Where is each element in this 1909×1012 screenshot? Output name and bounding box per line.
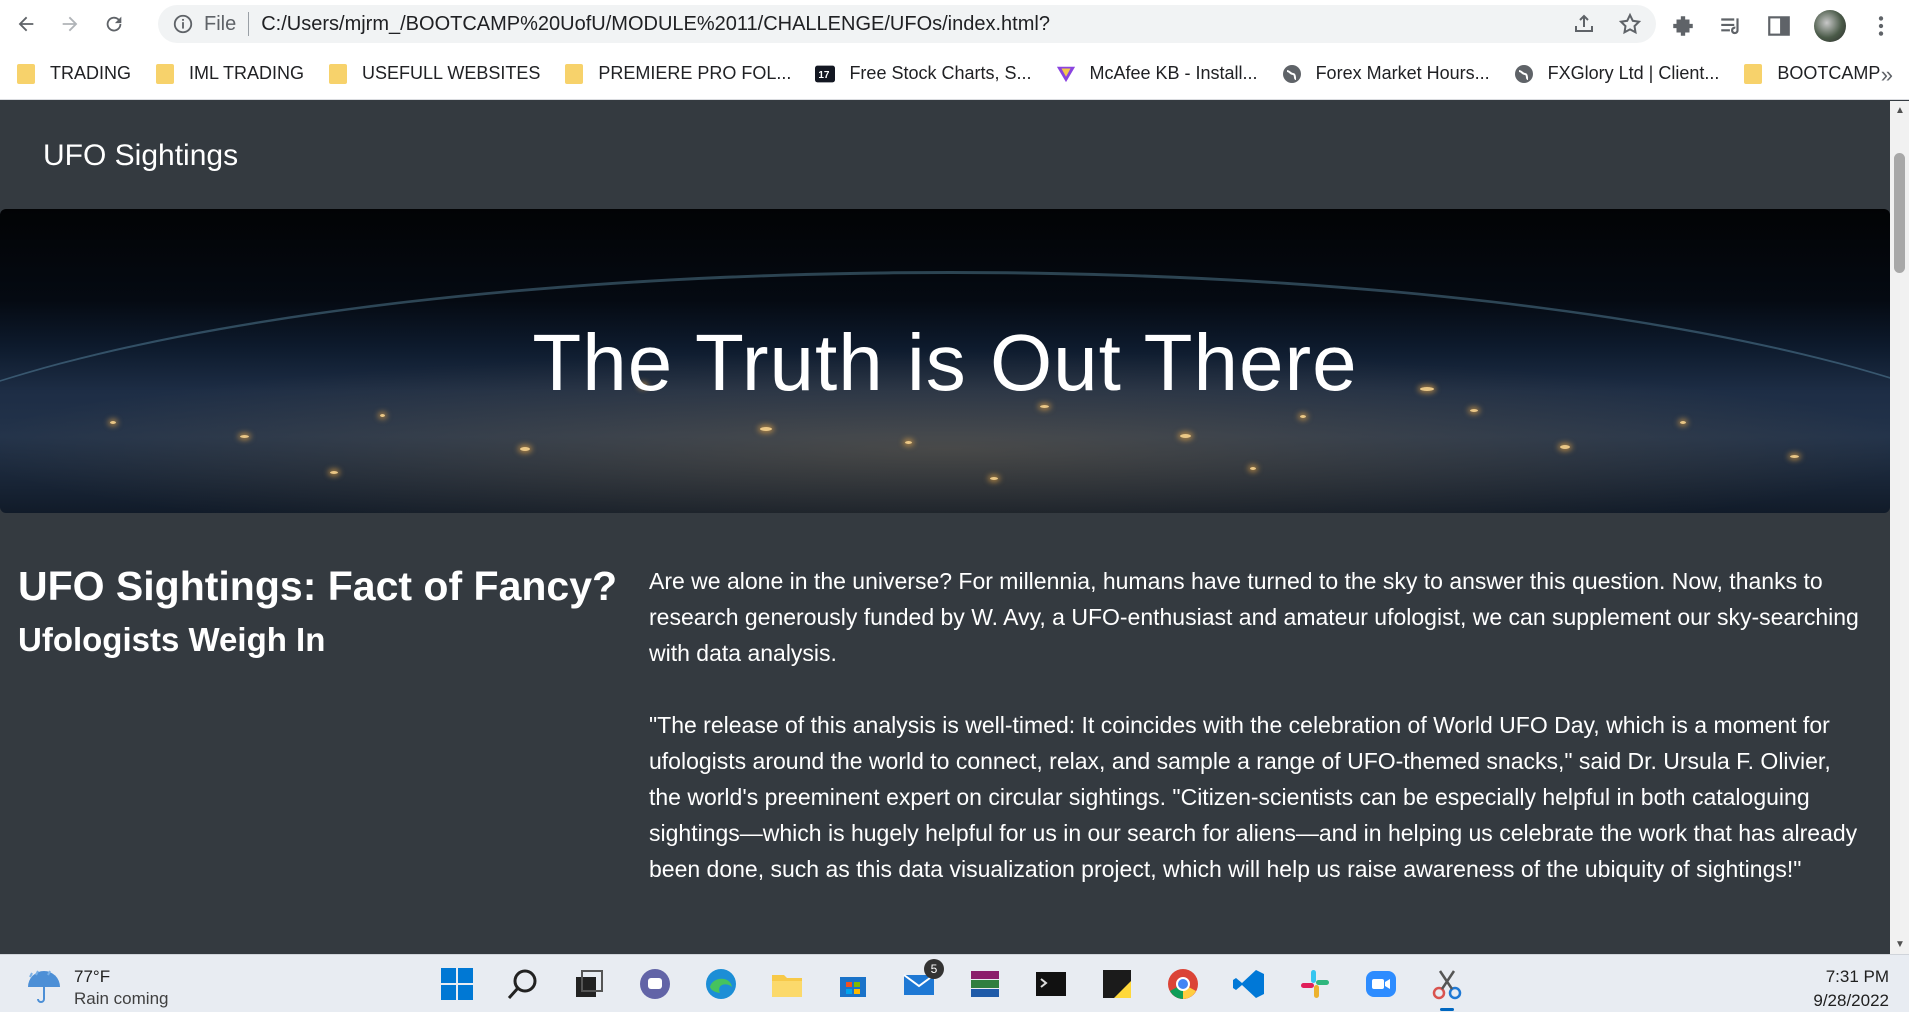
bookmark-label: McAfee KB - Install... (1089, 63, 1258, 83)
bookmark-item[interactable]: FXGlory Ltd | Client... (1514, 63, 1720, 84)
slack-icon[interactable] (1296, 965, 1334, 1003)
bookmarks-bar: TRADING IML TRADING USEFULL WEBSITES PRE… (0, 48, 1909, 100)
hero-title: The Truth is Out There (532, 318, 1358, 407)
weather-status: Rain coming (74, 989, 169, 1008)
browser-toolbar: File C:/Users/mjrm_/BOOTCAMP%20UofU/MODU… (0, 0, 1909, 48)
folder-icon (564, 63, 584, 84)
windows-taskbar: 77°F Rain coming 5 7:31 PM 9/28/2022 (0, 954, 1909, 1012)
bookmark-label: IML TRADING (189, 63, 305, 83)
share-icon[interactable] (1572, 12, 1596, 36)
chrome-icon[interactable] (1164, 965, 1202, 1003)
umbrella-rain-icon (28, 970, 60, 1003)
article-subheading: Ufologists Weigh In (18, 621, 326, 658)
folder-icon (1743, 63, 1763, 84)
vertical-scrollbar[interactable]: ▲ ▼ (1890, 101, 1909, 954)
info-icon[interactable] (172, 13, 194, 35)
tradingview-icon: 17 (815, 64, 836, 84)
bookmark-star-icon[interactable] (1618, 12, 1642, 36)
article-paragraph: Are we alone in the universe? For millen… (649, 568, 1859, 666)
bookmark-label: TRADING (50, 63, 131, 83)
bookmark-item[interactable]: USEFULL WEBSITES (328, 63, 540, 84)
folder-icon (328, 63, 348, 84)
forward-icon[interactable] (52, 6, 88, 42)
folder-icon (16, 63, 36, 84)
bookmark-label: Free Stock Charts, S... (849, 63, 1032, 83)
scroll-up-icon[interactable]: ▲ (1895, 105, 1905, 116)
divider (248, 12, 250, 36)
hero-banner: The Truth is Out There (0, 209, 1890, 513)
bookmark-label: BOOTCAMP (1777, 63, 1881, 83)
bookmark-label: Forex Market Hours... (1315, 63, 1490, 83)
snipping-tool-icon[interactable] (1428, 965, 1466, 1011)
bookmark-item[interactable]: IML TRADING (155, 63, 304, 84)
clock-date: 9/28/2022 (1813, 991, 1889, 1010)
terminal-icon[interactable] (1032, 965, 1070, 1003)
task-view-icon[interactable] (570, 965, 608, 1003)
media-queue-icon[interactable] (1718, 13, 1744, 39)
svg-text:17: 17 (819, 70, 831, 81)
search-icon[interactable] (504, 965, 542, 1003)
edge-browser-icon[interactable] (702, 965, 740, 1003)
scrollbar-thumb[interactable] (1894, 153, 1905, 273)
winrar-icon[interactable] (966, 965, 1004, 1003)
globe-icon (1514, 64, 1534, 84)
bookmark-item[interactable]: Forex Market Hours... (1282, 63, 1490, 84)
bookmark-label: FXGlory Ltd | Client... (1547, 63, 1720, 83)
system-clock[interactable]: 7:31 PM 9/28/2022 (1813, 965, 1889, 1012)
bookmark-item[interactable]: PREMIERE PRO FOL... (564, 63, 791, 84)
url-text[interactable]: C:/Users/mjrm_/BOOTCAMP%20UofU/MODULE%20… (261, 13, 1050, 36)
vscode-icon[interactable] (1230, 965, 1268, 1003)
file-explorer-icon[interactable] (768, 965, 806, 1003)
weather-widget[interactable]: 77°F Rain coming (24, 967, 169, 1009)
bookmark-item[interactable]: McAfee KB - Install... (1056, 63, 1258, 84)
back-icon[interactable] (8, 6, 44, 42)
reload-icon[interactable] (96, 6, 132, 42)
start-icon[interactable] (438, 965, 476, 1003)
bookmarks-overflow-button[interactable]: » (1881, 62, 1893, 88)
mcafee-icon (1056, 64, 1076, 84)
globe-icon (1282, 64, 1302, 84)
scroll-down-icon[interactable]: ▼ (1895, 939, 1905, 950)
side-panel-icon[interactable] (1766, 13, 1792, 39)
teams-chat-icon[interactable] (636, 965, 674, 1003)
menu-kebab-icon[interactable] (1868, 13, 1894, 39)
address-bar[interactable]: File C:/Users/mjrm_/BOOTCAMP%20UofU/MODU… (158, 5, 1656, 43)
bookmark-label: USEFULL WEBSITES (362, 63, 541, 83)
web-page: UFO Sightings The Truth is Out There UFO… (0, 101, 1890, 954)
store-icon[interactable] (834, 965, 872, 1003)
mail-badge: 5 (924, 959, 944, 979)
article-heading: UFO Sightings: Fact of Fancy? (18, 563, 618, 609)
bookmark-item[interactable]: TRADING (16, 63, 131, 84)
navbar-brand[interactable]: UFO Sightings (43, 139, 238, 173)
article-paragraph: "The release of this analysis is well-ti… (649, 712, 1858, 882)
weather-temperature: 77°F (74, 967, 111, 986)
extensions-icon[interactable] (1670, 13, 1696, 39)
zoom-icon[interactable] (1362, 965, 1400, 1003)
file-label: File (204, 12, 237, 35)
folder-icon (155, 63, 175, 84)
mail-icon[interactable]: 5 (900, 959, 944, 1003)
clock-time: 7:31 PM (1825, 967, 1889, 986)
bookmark-item[interactable]: 17 Free Stock Charts, S... (815, 63, 1032, 84)
bookmark-label: PREMIERE PRO FOL... (598, 63, 792, 83)
profile-avatar[interactable] (1814, 10, 1846, 42)
sticky-notes-icon[interactable] (1098, 965, 1136, 1003)
bookmark-item[interactable]: BOOTCAMP (1743, 63, 1880, 84)
